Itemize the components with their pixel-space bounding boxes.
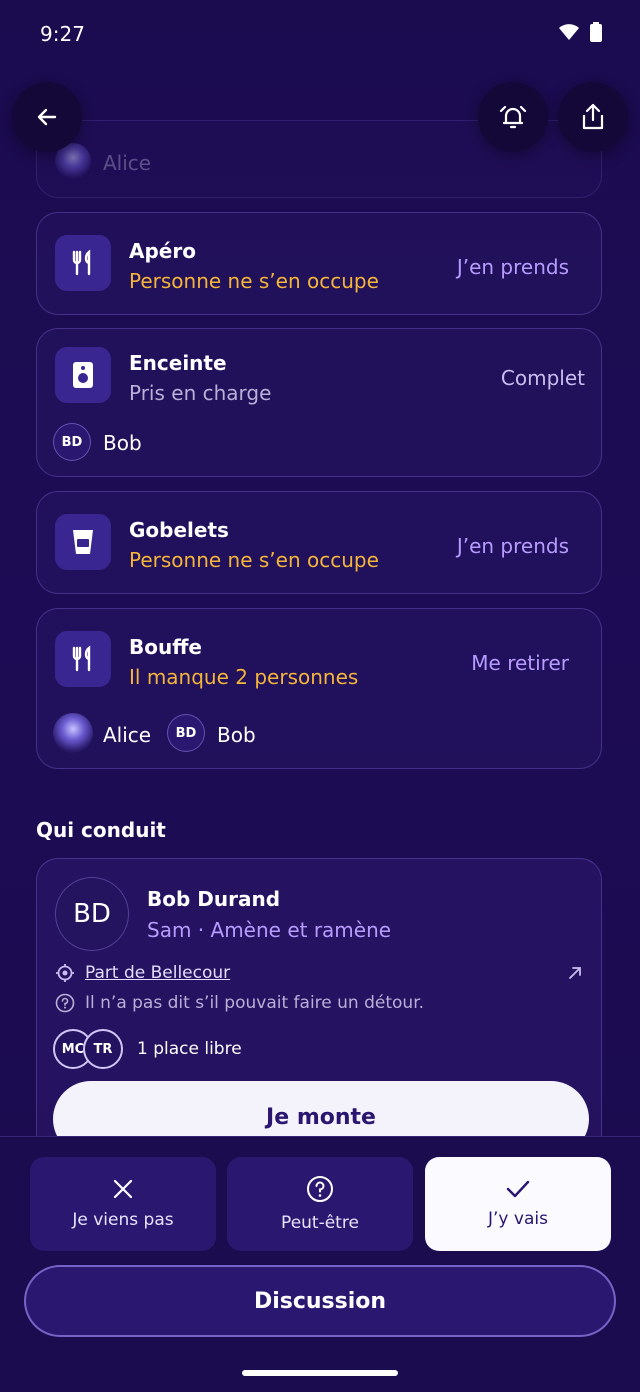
back-button[interactable] xyxy=(12,82,82,152)
cup-icon xyxy=(55,514,111,570)
departure-link[interactable]: Part de Bellecour xyxy=(85,963,230,983)
question-circle-icon xyxy=(55,993,75,1013)
departure-row: Part de Bellecour xyxy=(55,963,230,983)
rsvp-maybe-button[interactable]: Peut-être xyxy=(227,1157,413,1251)
person-name: Alice xyxy=(103,723,152,747)
complete-label: Complet xyxy=(500,366,585,390)
avatar-bob: BD xyxy=(53,423,91,461)
bottom-action-bar: Je viens pas Peut-être J’y vais Discussi… xyxy=(0,1136,640,1392)
rsvp-label: Je viens pas xyxy=(72,1210,174,1230)
driver-avatar: BD xyxy=(55,877,129,951)
item-card-apero: Apéro Personne ne s’en occupe J’en prend… xyxy=(36,212,602,315)
speaker-icon xyxy=(55,347,111,403)
share-button[interactable] xyxy=(558,82,628,152)
share-icon xyxy=(582,103,604,130)
section-title-drivers: Qui conduit xyxy=(36,818,166,842)
item-status: Personne ne s’en occupe xyxy=(129,269,379,293)
check-icon xyxy=(506,1180,530,1198)
system-icons xyxy=(558,22,602,42)
item-title: Apéro xyxy=(129,239,196,263)
status-time: 9:27 xyxy=(40,22,85,46)
item-card-gobelets: Gobelets Personne ne s’en occupe J’en pr… xyxy=(36,491,602,594)
home-indicator[interactable] xyxy=(242,1370,398,1376)
rsvp-label: J’y vais xyxy=(488,1209,548,1229)
item-status: Pris en charge xyxy=(129,381,272,405)
rsvp-not-coming-button[interactable]: Je viens pas xyxy=(30,1157,216,1251)
notification-button[interactable] xyxy=(478,82,548,152)
wifi-icon xyxy=(559,24,579,40)
item-title: Gobelets xyxy=(129,518,229,542)
location-target-icon xyxy=(56,964,74,982)
passenger-avatar: TR xyxy=(83,1029,123,1069)
take-item-button[interactable]: J’en prends xyxy=(457,534,569,558)
driver-name: Bob Durand xyxy=(147,887,281,911)
person-name: Bob xyxy=(103,431,142,455)
person-name: Alice xyxy=(103,151,152,175)
seats-available: 1 place libre xyxy=(137,1039,242,1059)
item-card-enceinte: Enceinte Pris en charge Complet BD Bob xyxy=(36,328,602,477)
arrow-left-icon xyxy=(37,108,57,126)
item-status: Il manque 2 personnes xyxy=(129,665,359,689)
driver-subtitle: Sam · Amène et ramène xyxy=(147,918,392,942)
item-status: Personne ne s’en occupe xyxy=(129,548,379,572)
leave-item-button[interactable]: Me retirer xyxy=(471,651,569,675)
rsvp-label: Peut-être xyxy=(281,1213,359,1233)
close-icon xyxy=(113,1179,133,1199)
item-card-bouffe: Bouffe Il manque 2 personnes Me retirer … xyxy=(36,608,602,769)
item-title: Enceinte xyxy=(129,351,227,375)
detour-row: Il n’a pas dit s’il pouvait faire un dét… xyxy=(55,993,424,1013)
battery-icon xyxy=(590,22,602,42)
open-map-icon[interactable] xyxy=(567,965,583,981)
detour-note: Il n’a pas dit s’il pouvait faire un dét… xyxy=(85,993,425,1013)
person-name: Bob xyxy=(217,723,256,747)
avatar-alice xyxy=(53,713,93,753)
status-bar: 9:27 xyxy=(0,0,640,70)
avatar-bob: BD xyxy=(167,714,205,752)
discussion-button[interactable]: Discussion xyxy=(24,1265,616,1337)
alarm-bell-icon xyxy=(499,105,527,129)
fork-knife-icon xyxy=(55,631,111,687)
rsvp-going-button[interactable]: J’y vais xyxy=(425,1157,611,1251)
take-item-button[interactable]: J’en prends xyxy=(457,255,569,279)
fork-knife-icon xyxy=(55,235,111,291)
driver-card: BD Bob Durand Sam · Amène et ramène Part… xyxy=(36,858,602,1158)
item-title: Bouffe xyxy=(129,635,202,659)
question-circle-icon xyxy=(307,1176,333,1202)
